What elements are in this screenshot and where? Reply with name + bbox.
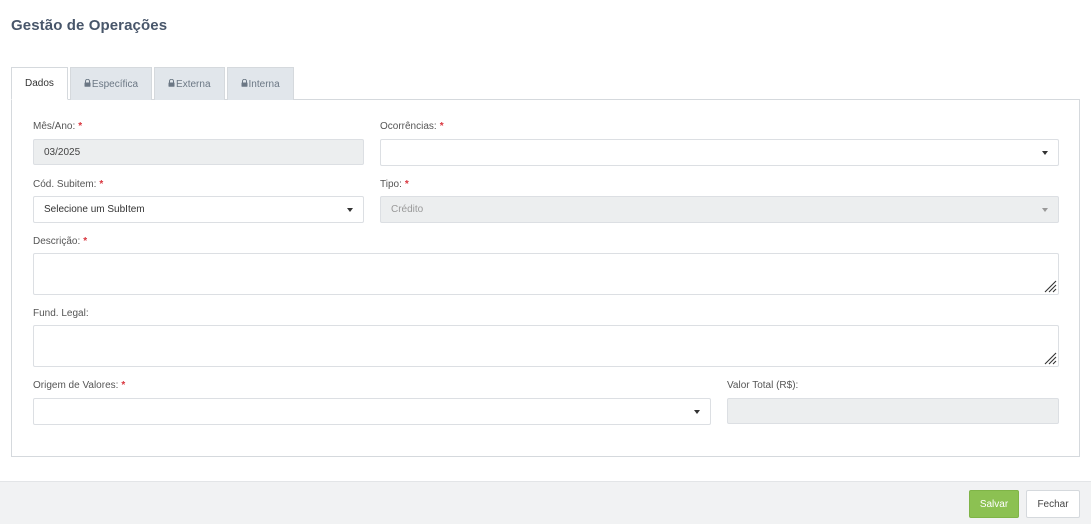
ocorrencias-select[interactable]	[380, 139, 1059, 166]
close-button[interactable]: Fechar	[1026, 490, 1080, 518]
label-text: Descrição:	[33, 236, 81, 247]
tab-label: Interna	[248, 78, 280, 90]
tab-interna[interactable]: Interna	[226, 67, 294, 100]
lock-icon	[241, 79, 248, 87]
origem-valores-select[interactable]	[33, 398, 711, 425]
caret-down-icon	[1042, 208, 1048, 212]
label-text: Origem de Valores:	[33, 380, 119, 391]
valor-total-input[interactable]	[727, 398, 1059, 424]
cod-subitem-label: Cód. Subitem: *	[33, 179, 103, 190]
form-panel: Mês/Ano: * 03/2025 Ocorrências: * Cód. Sub…	[11, 99, 1080, 457]
modal-footer: Salvar Fechar	[0, 481, 1091, 524]
resize-grip-icon[interactable]	[1043, 279, 1057, 293]
required-mark: *	[83, 236, 88, 247]
field-value: Crédito	[391, 204, 424, 215]
ocorrencias-label: Ocorrências: *	[380, 121, 444, 132]
label-text: Cód. Subitem:	[33, 179, 97, 190]
label-text: Valor Total (R$):	[727, 380, 799, 391]
lock-icon	[168, 79, 175, 87]
tipo-label: Tipo: *	[380, 179, 409, 190]
origem-valores-label: Origem de Valores: *	[33, 380, 125, 391]
caret-down-icon	[347, 208, 353, 212]
descricao-textarea[interactable]	[33, 253, 1059, 295]
save-button[interactable]: Salvar	[969, 490, 1019, 518]
tab-bar: Dados Específica Externa Interna	[11, 67, 296, 100]
label-text: Fund. Legal:	[33, 308, 89, 319]
caret-down-icon	[1042, 151, 1048, 155]
valor-total-label: Valor Total (R$):	[727, 380, 798, 391]
required-mark: *	[404, 179, 409, 190]
required-mark: *	[121, 380, 126, 391]
required-mark: *	[439, 121, 444, 132]
field-value: Selecione um SubItem	[44, 204, 145, 215]
caret-down-icon	[694, 410, 700, 414]
cod-subitem-select[interactable]: Selecione um SubItem	[33, 196, 364, 223]
fund-legal-textarea[interactable]	[33, 325, 1059, 367]
tab-label: Dados	[25, 78, 54, 89]
label-text: Tipo:	[380, 179, 402, 190]
required-mark: *	[99, 179, 104, 190]
tab-label: Específica	[91, 78, 139, 90]
resize-grip-icon[interactable]	[1043, 351, 1057, 365]
mes-ano-input[interactable]: 03/2025	[33, 139, 364, 165]
tab-label: Externa	[176, 78, 211, 90]
tipo-select[interactable]: Crédito	[380, 196, 1059, 223]
descricao-label: Descrição: *	[33, 236, 87, 247]
fund-legal-label: Fund. Legal:	[33, 308, 89, 319]
mes-ano-label: Mês/Ano: *	[33, 121, 82, 132]
label-text: Ocorrências:	[380, 121, 437, 132]
field-value: 03/2025	[44, 146, 81, 158]
tab-dados[interactable]: Dados	[11, 67, 68, 100]
page-title: Gestão de Operações	[11, 17, 168, 34]
label-text: Mês/Ano:	[33, 121, 76, 132]
lock-icon	[84, 79, 91, 87]
required-mark: *	[78, 121, 83, 132]
tab-especifica[interactable]: Específica	[69, 67, 153, 100]
tab-externa[interactable]: Externa	[154, 67, 225, 100]
